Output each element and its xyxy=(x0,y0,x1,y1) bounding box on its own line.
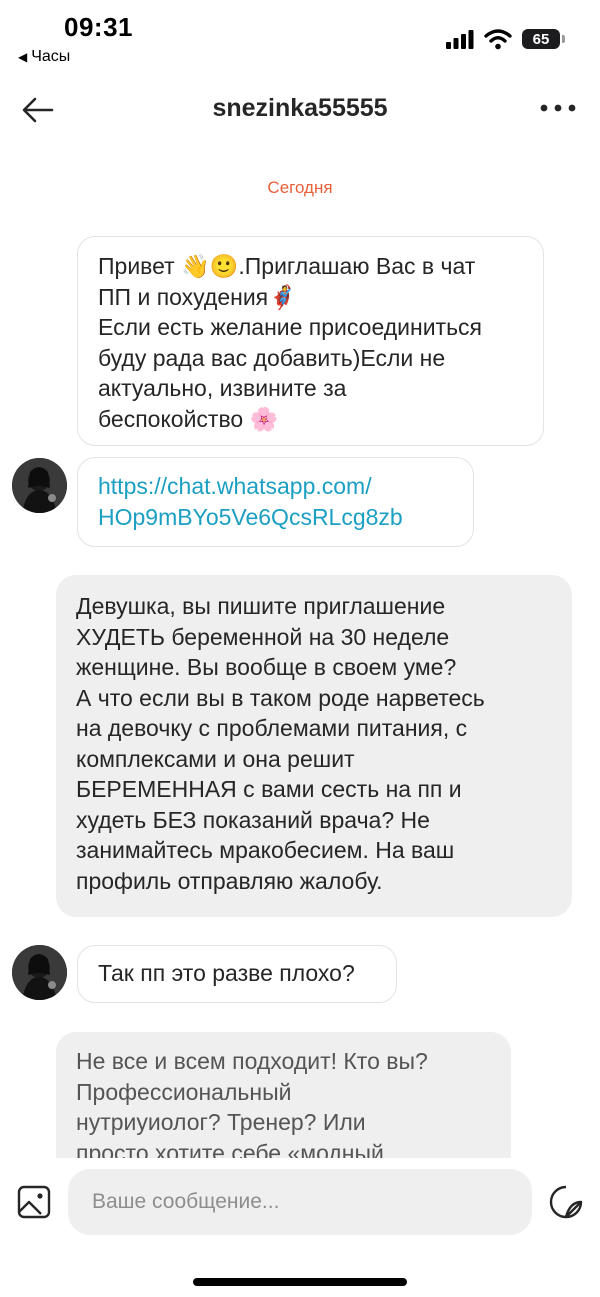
more-dots-icon[interactable] xyxy=(538,90,578,126)
message-bubble-incoming[interactable]: Привет 👋🙂.Приглашаю Вас в чат ПП и похуд… xyxy=(77,236,544,446)
message-line: профиль отправляю жалобу. xyxy=(76,867,383,894)
message-line: комплексами и она решит xyxy=(76,745,355,772)
chat-header: snezinka55555 xyxy=(0,82,600,138)
status-back-label: Часы xyxy=(31,48,71,65)
message-line: ПП и похудения🦸 xyxy=(98,283,297,310)
message-bubble-link[interactable]: https://chat.whatsapp.com/ HOp9mBYo5Ve6Q… xyxy=(77,457,474,547)
status-icons: 65 xyxy=(446,28,565,50)
message-line: беспокойство 🌸 xyxy=(98,405,279,432)
message-line: Так пп это разве плохо? xyxy=(98,960,355,986)
home-indicator[interactable] xyxy=(193,1278,407,1286)
profile-photo xyxy=(12,945,67,1000)
date-separator: Сегодня xyxy=(267,178,333,197)
message-line: нутриуиолог? Тренер? Или xyxy=(76,1109,366,1135)
back-triangle-icon: ◀ xyxy=(18,50,28,64)
message-line: Девушка, вы пишите приглашение xyxy=(76,593,446,619)
cellular-signal-icon xyxy=(446,30,474,49)
avatar[interactable] xyxy=(12,945,67,1000)
message-input[interactable] xyxy=(68,1169,532,1235)
chat-screen: 09:31 ◀ Часы 65 snezinka55555 Сегодня Пр… xyxy=(0,0,600,1297)
message-line: Привет 👋🙂.Приглашаю Вас в чат xyxy=(98,253,476,279)
wifi-icon xyxy=(484,29,512,50)
message-line: худеть БЕЗ показаний врача? Не xyxy=(76,806,430,833)
profile-photo xyxy=(12,458,67,513)
link-text[interactable]: https://chat.whatsapp.com/ xyxy=(98,471,453,502)
message-line: Профессиональный xyxy=(76,1078,292,1105)
avatar[interactable] xyxy=(12,458,67,513)
message-composer xyxy=(0,1158,600,1297)
gallery-icon[interactable] xyxy=(16,1184,52,1220)
message-line: ХУДЕТЬ беременной на 30 неделе xyxy=(76,623,450,650)
message-line: Не все и всем подходит! Кто вы? xyxy=(76,1048,428,1074)
link-text[interactable]: HOp9mBYo5Ve6QcsRLcg8zb xyxy=(98,502,453,533)
message-bubble-outgoing[interactable]: Девушка, вы пишите приглашение ХУДЕТЬ бе… xyxy=(56,575,572,917)
message-line: на девочку с проблемами питания, с xyxy=(76,715,468,741)
message-line: Если есть желание присоединиться xyxy=(98,314,483,340)
sticker-icon[interactable] xyxy=(548,1184,584,1220)
message-line: актуально, извините за xyxy=(98,375,347,401)
battery-indicator: 65 xyxy=(522,29,565,49)
message-line: БЕРЕМЕННАЯ с вами сесть на пп и xyxy=(76,776,462,802)
status-time: 09:31 xyxy=(64,12,133,42)
message-line: занимайтесь мракобесием. На ваш xyxy=(76,837,455,863)
battery-level: 65 xyxy=(532,30,550,48)
message-line: буду рада вас добавить)Если не xyxy=(98,344,446,371)
message-line: женщине. Вы вообще в своем уме? xyxy=(76,654,457,680)
status-back-to-app[interactable]: ◀ Часы xyxy=(18,48,70,66)
chat-title[interactable]: snezinka55555 xyxy=(0,94,600,123)
message-bubble-incoming[interactable]: Так пп это разве плохо? xyxy=(77,945,397,1003)
message-line: А что если вы в таком роде нарветесь xyxy=(76,684,485,711)
